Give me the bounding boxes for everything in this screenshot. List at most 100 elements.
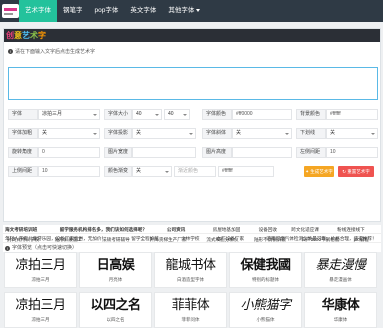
- ad-link[interactable]: 流式细胞分析仪: [204, 235, 252, 244]
- fonts-section-header: 封闭式特训学校 陆形屏蔽施工 法硕考研辅导 升降货梯生产厂家 流式细胞分析仪 陆…: [3, 235, 381, 244]
- font-card[interactable]: 凉拍三月 凉拍三月: [4, 292, 77, 328]
- bold-select[interactable]: 关: [38, 128, 100, 139]
- font-preview: 龍城书体: [165, 258, 216, 273]
- ad-link[interactable]: 留学服务机构排名多，我们该如何选择呢？: [58, 225, 165, 233]
- ad-link[interactable]: 陆形不锈钢屏蔽: [252, 235, 300, 244]
- chevron-down-icon: [155, 114, 159, 116]
- bg-color-label: 背景颜色: [296, 109, 326, 120]
- chevron-down-icon: [165, 171, 169, 173]
- nav-item-other-fonts[interactable]: 其他字体: [162, 0, 206, 22]
- ad-link[interactable]: 设备回收: [257, 225, 290, 233]
- gradient-color-placeholder[interactable]: 渐近颜色: [174, 166, 216, 177]
- font-card[interactable]: 凉拍三月 凉拍三月: [4, 252, 77, 288]
- font-card[interactable]: 华康体 华康体: [304, 292, 377, 328]
- generator-panel: 创 意 艺 术 字 ! 请在下面输入文字后点击生成艺术字 字体 凉拍三月 字体大…: [3, 28, 381, 222]
- bg-color-input[interactable]: #ffffff: [326, 109, 378, 120]
- chevron-down-icon: [93, 133, 97, 135]
- font-name: 小熊猫体: [256, 317, 275, 322]
- font-name: 凉拍三月: [31, 317, 50, 322]
- ad-link[interactable]: 跨文化适应课: [289, 225, 335, 233]
- italic-select[interactable]: 关: [232, 128, 292, 139]
- ad-row-1: 海文考研培训班 留学服务机构排名多，我们该如何选择呢？ 公司资讯 房屋地基加固 …: [3, 225, 381, 234]
- font-color-input[interactable]: #ff0000: [232, 109, 292, 120]
- fonts-preview-title: 字体预览（点击可快速切换）: [12, 245, 78, 251]
- reset-button-label: 重置艺术字: [347, 169, 370, 174]
- font-card[interactable]: 龍城书体 白酒造型字体: [154, 252, 227, 288]
- font-card[interactable]: 日高娱 月亮体: [79, 252, 152, 288]
- font-name: 特别的标题体: [252, 277, 279, 282]
- italic-select-value: 关: [236, 130, 242, 136]
- shadow-select[interactable]: 关: [132, 128, 196, 139]
- generate-button-label: 生成艺术字: [310, 169, 333, 174]
- font-card[interactable]: 小熊猫字 小熊猫体: [229, 292, 302, 328]
- left-spacing-input[interactable]: 10: [326, 147, 378, 158]
- font-size-select-2[interactable]: 40: [164, 109, 190, 120]
- font-preview: 暴走漫慢: [315, 258, 366, 273]
- gradient-color-input[interactable]: #ffffff: [218, 166, 274, 177]
- rotate-input[interactable]: 0: [38, 147, 100, 158]
- font-color-label: 字体颜色: [202, 109, 232, 120]
- banner-char: 意: [14, 30, 22, 40]
- info-icon: !: [5, 245, 10, 251]
- font-preview: 小熊猫字: [240, 298, 291, 313]
- underline-label: 下划线: [296, 128, 326, 139]
- image-width-label: 图片宽度: [104, 147, 132, 158]
- ad-link[interactable]: 房屋地基加固: [211, 225, 257, 233]
- info-icon: !: [8, 49, 13, 54]
- font-preview: 华康体: [321, 298, 360, 313]
- ad-link[interactable]: 升降货梯生产厂家: [148, 235, 205, 244]
- underline-select[interactable]: 关: [326, 128, 378, 139]
- image-height-label: 图片高度: [202, 147, 232, 158]
- font-card[interactable]: 暴走漫慢 暴走漫画体: [304, 252, 377, 288]
- image-height-input[interactable]: [232, 147, 292, 158]
- generate-button[interactable]: ✦ 生成艺术字: [304, 166, 334, 177]
- chevron-down-icon: [285, 133, 289, 135]
- options-row-1: 字体 凉拍三月 字体大小 40 40 字体颜色 #ff0000 背景颜色 #ff…: [8, 109, 378, 120]
- ad-link[interactable]: 封闭式特训学校: [5, 235, 53, 244]
- italic-label: 字体斜体: [202, 128, 232, 139]
- gradient-label: 颜色渐变: [104, 166, 132, 177]
- banner: 创 意 艺 术 字: [4, 29, 380, 42]
- font-select[interactable]: 凉拍三月: [38, 109, 100, 120]
- font-size-label: 字体大小: [104, 109, 132, 120]
- text-input[interactable]: [8, 67, 378, 100]
- font-preview: 菲菲体: [171, 298, 210, 313]
- fonts-preview-title-bar: ! 字体预览（点击可快速切换）: [3, 244, 381, 252]
- ad-link[interactable]: 海文考研培训班: [3, 225, 58, 233]
- font-size-select-value: 40: [136, 111, 142, 117]
- ad-link[interactable]: 陆形屏蔽施工: [53, 235, 101, 244]
- font-select-value: 凉拍三月: [42, 111, 63, 117]
- banner-char: 艺: [22, 30, 30, 40]
- font-card[interactable]: 保健我國 特别的标题体: [229, 252, 302, 288]
- nav-item-art-fonts[interactable]: 艺术字体: [19, 0, 57, 22]
- rotate-label: 旋转角度: [8, 147, 38, 158]
- font-card[interactable]: 菲菲体 菲菲问体: [154, 292, 227, 328]
- nav-item-pen-fonts[interactable]: 钢笔字: [57, 0, 89, 22]
- chevron-down-icon: [371, 133, 375, 135]
- gradient-select[interactable]: 关: [132, 166, 172, 177]
- nav-item-other-label: 其他字体: [168, 7, 195, 14]
- reset-button[interactable]: ↻ 重置艺术字: [338, 166, 374, 177]
- image-width-input[interactable]: [132, 147, 196, 158]
- ad-link[interactable]: 法硕考研辅导: [100, 235, 148, 244]
- ad-link[interactable]: plc编程: [352, 235, 381, 244]
- options-row-3: 旋转角度 0 图片宽度 图片高度 左侧间距 10: [8, 147, 378, 158]
- top-spacing-input[interactable]: 10: [38, 166, 100, 177]
- bold-label: 字体加粗: [8, 128, 38, 139]
- chevron-down-icon: [196, 8, 201, 12]
- options-row-2: 字体加粗 关 字体投影 关 字体斜体 关 下划线 关: [8, 128, 378, 139]
- font-card[interactable]: 以四之名 以四之名: [79, 292, 152, 328]
- banner-char: 字: [38, 30, 46, 40]
- nav-item-pop-fonts[interactable]: pop字体: [89, 0, 125, 22]
- font-name: 暴走漫画体: [329, 277, 352, 282]
- input-hint-text: 请在下面输入文字后点击生成艺术字: [15, 49, 96, 55]
- ad-link[interactable]: 公司资讯: [165, 225, 211, 233]
- font-label: 字体: [8, 109, 38, 120]
- font-size-select[interactable]: 40: [132, 109, 162, 120]
- site-logo[interactable]: [2, 4, 19, 18]
- ad-link[interactable]: 粉线连接线下: [335, 225, 381, 233]
- input-hint: ! 请在下面输入文字后点击生成艺术字: [8, 48, 95, 55]
- nav-item-english-fonts[interactable]: 英文字体: [124, 0, 162, 22]
- ad-link[interactable]: 日产3000平钢格板: [300, 235, 352, 244]
- font-name: 凉拍三月: [31, 277, 50, 282]
